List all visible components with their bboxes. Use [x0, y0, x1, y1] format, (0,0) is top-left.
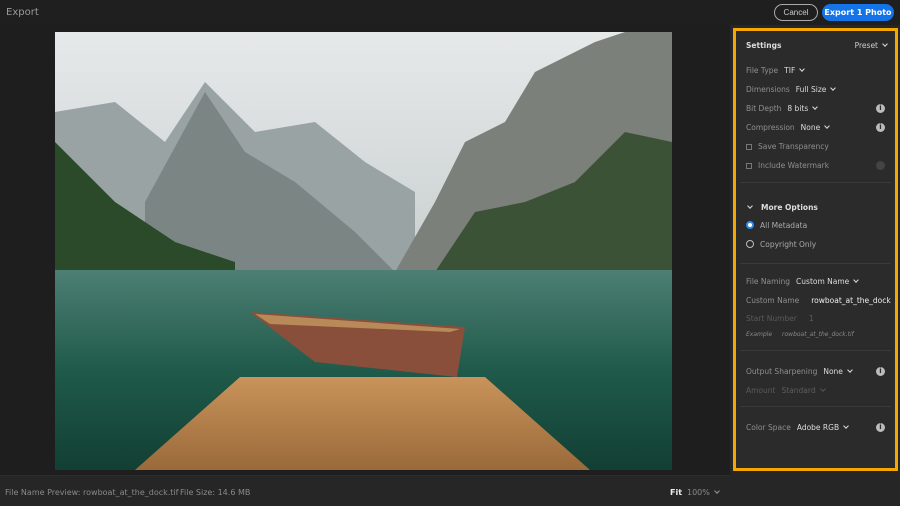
fit-button[interactable]: Fit — [670, 488, 682, 497]
custom-name-row: Custom Name rowboat_at_the_dock — [746, 296, 891, 305]
top-bar: Export Cancel Export 1 Photo — [0, 0, 900, 25]
zoom-value: 100% — [687, 488, 710, 497]
file-name-preview: File Name Preview: rowboat_at_the_dock.t… — [5, 488, 179, 497]
photo-preview — [55, 32, 672, 470]
file-size: File Size: 14.6 MB — [180, 488, 251, 497]
file-type-value[interactable]: TIF — [784, 66, 795, 75]
start-number-row: Start Number 1 — [746, 314, 885, 323]
divider — [740, 406, 891, 407]
gear-icon[interactable] — [876, 161, 885, 170]
export-button[interactable]: Export 1 Photo — [822, 4, 894, 21]
compression-row[interactable]: Compression None i — [746, 123, 885, 132]
radio-selected-icon[interactable] — [746, 221, 754, 229]
amount-value: Standard — [781, 386, 816, 395]
file-naming-value[interactable]: Custom Name — [796, 277, 849, 286]
compression-label: Compression — [746, 123, 795, 132]
amount-row: Amount Standard — [746, 386, 885, 395]
example-value: rowboat_at_the_dock.tif — [782, 331, 854, 338]
info-icon[interactable]: i — [876, 367, 885, 376]
dimensions-label: Dimensions — [746, 85, 790, 94]
copyright-only-label: Copyright Only — [760, 240, 817, 249]
save-transparency-checkbox[interactable]: Save Transparency — [746, 142, 885, 151]
cancel-button[interactable]: Cancel — [774, 4, 818, 21]
dimensions-row[interactable]: Dimensions Full Size — [746, 85, 885, 94]
file-naming-row[interactable]: File Naming Custom Name — [746, 277, 885, 286]
start-number-label: Start Number — [746, 314, 797, 323]
example-label: Example — [746, 331, 773, 338]
chevron-down-icon — [819, 386, 826, 392]
dimensions-value[interactable]: Full Size — [796, 85, 827, 94]
amount-label: Amount — [746, 386, 776, 395]
chevron-down-icon — [824, 123, 831, 129]
color-space-label: Color Space — [746, 423, 791, 432]
compression-value[interactable]: None — [801, 123, 821, 132]
bit-depth-value[interactable]: 8 bits — [787, 104, 808, 113]
all-metadata-label: All Metadata — [760, 221, 808, 230]
custom-name-label: Custom Name — [746, 296, 800, 305]
preset-dropdown[interactable]: Preset — [854, 41, 888, 50]
status-bar: File Name Preview: rowboat_at_the_dock.t… — [0, 475, 730, 506]
info-icon[interactable]: i — [876, 104, 885, 113]
more-options-toggle[interactable]: More Options — [746, 203, 885, 212]
more-options-label: More Options — [761, 203, 818, 212]
save-transparency-label: Save Transparency — [758, 142, 829, 151]
window-title: Export — [6, 7, 39, 18]
info-icon[interactable]: i — [876, 123, 885, 132]
start-number-input[interactable]: 1 — [809, 314, 814, 323]
output-sharpening-label: Output Sharpening — [746, 367, 818, 376]
zoom-select[interactable]: 100% — [687, 488, 720, 497]
divider — [740, 263, 891, 264]
file-type-label: File Type — [746, 66, 779, 75]
chevron-down-icon — [812, 104, 819, 110]
bit-depth-row[interactable]: Bit Depth 8 bits i — [746, 104, 885, 113]
info-icon[interactable]: i — [876, 423, 885, 432]
preset-label: Preset — [854, 41, 878, 50]
radio-icon[interactable] — [746, 240, 754, 248]
file-type-row[interactable]: File Type TIF — [746, 66, 885, 75]
radio-copyright-only[interactable]: Copyright Only — [746, 240, 885, 249]
chevron-down-icon — [882, 41, 888, 47]
chevron-down-icon — [714, 488, 720, 494]
chevron-down-icon — [830, 85, 837, 91]
custom-name-input[interactable]: rowboat_at_the_dock — [811, 296, 890, 305]
settings-frame: Settings Preset File Type TIF Dimensions F… — [733, 28, 898, 471]
divider — [740, 182, 891, 183]
include-watermark-checkbox[interactable]: Include Watermark — [746, 161, 885, 170]
radio-all-metadata[interactable]: All Metadata — [746, 221, 885, 230]
include-watermark-label: Include Watermark — [758, 161, 830, 170]
color-space-row[interactable]: Color Space Adobe RGB i — [746, 423, 885, 432]
example-row: Example rowboat_at_the_dock.tif — [746, 331, 885, 338]
chevron-down-icon — [847, 367, 853, 373]
color-space-value[interactable]: Adobe RGB — [797, 423, 839, 432]
chevron-down-icon — [799, 66, 806, 72]
file-naming-label: File Naming — [746, 277, 791, 286]
chevron-down-icon — [843, 423, 849, 429]
output-sharpening-value[interactable]: None — [823, 367, 843, 376]
bit-depth-label: Bit Depth — [746, 104, 782, 113]
chevron-down-icon — [747, 203, 753, 209]
checkbox-icon[interactable] — [746, 144, 752, 150]
chevron-down-icon — [853, 277, 860, 283]
checkbox-icon[interactable] — [746, 163, 752, 169]
divider — [740, 350, 891, 351]
output-sharpening-row[interactable]: Output Sharpening None i — [746, 367, 885, 376]
